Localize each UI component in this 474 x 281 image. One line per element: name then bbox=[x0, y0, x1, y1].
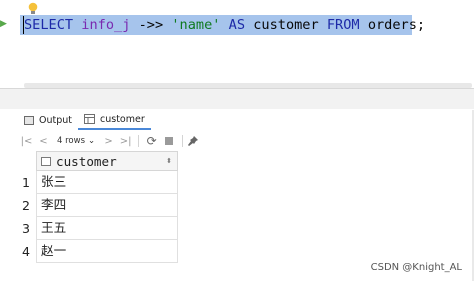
row-number: 4 bbox=[22, 244, 31, 259]
rows-count-label: 4 rows bbox=[57, 136, 85, 146]
next-page-button[interactable]: > bbox=[100, 136, 117, 147]
sql-statement[interactable]: SELECT info_j ->> 'name' AS customer FRO… bbox=[24, 16, 425, 34]
results-toolbar: |< < 4 rows ⌄ > >| ⟳ bbox=[18, 131, 474, 151]
tab-customer[interactable]: customer bbox=[78, 110, 151, 130]
toolbar-separator bbox=[182, 135, 184, 147]
column-name: info_j bbox=[81, 17, 131, 33]
table-row[interactable]: 1 张三 bbox=[18, 171, 178, 194]
refresh-icon[interactable]: ⟳ bbox=[143, 134, 160, 148]
results-tabs: Output customer bbox=[18, 110, 151, 130]
tab-output[interactable]: Output bbox=[18, 110, 78, 130]
table-cell[interactable]: 王五 bbox=[36, 217, 178, 240]
output-icon bbox=[24, 115, 34, 125]
table-name: orders; bbox=[367, 17, 426, 33]
string-literal: 'name' bbox=[171, 17, 221, 33]
rows-count-dropdown[interactable]: 4 rows ⌄ bbox=[52, 136, 100, 146]
column-icon bbox=[41, 156, 51, 166]
panel-divider[interactable] bbox=[0, 88, 474, 109]
alias-name: customer bbox=[253, 17, 319, 33]
table-cell[interactable]: 李四 bbox=[36, 194, 178, 217]
last-page-button[interactable]: >| bbox=[117, 136, 134, 147]
toolbar-separator bbox=[138, 135, 140, 147]
first-page-button[interactable]: |< bbox=[18, 136, 35, 147]
table-cell[interactable]: 赵一 bbox=[36, 240, 178, 263]
sort-icon[interactable]: ⬍ bbox=[166, 157, 172, 165]
editor-gutter bbox=[0, 0, 18, 88]
keyword-from: FROM bbox=[326, 17, 360, 33]
table-icon bbox=[84, 114, 95, 124]
keyword-as: AS bbox=[228, 17, 246, 33]
watermark: CSDN @Knight_AL bbox=[370, 262, 462, 273]
row-number: 3 bbox=[22, 221, 31, 236]
table-row[interactable]: 2 李四 bbox=[18, 194, 178, 217]
sql-editor[interactable]: ▶ SELECT info_j ->> 'name' AS customer F… bbox=[0, 0, 474, 88]
table-cell[interactable]: 张三 bbox=[36, 171, 178, 194]
table-row[interactable]: 3 王五 bbox=[18, 217, 178, 240]
run-statement-icon[interactable]: ▶ bbox=[0, 18, 7, 30]
chevron-down-icon: ⌄ bbox=[88, 136, 96, 146]
prev-page-button[interactable]: < bbox=[35, 136, 52, 147]
table-row[interactable]: 4 赵一 bbox=[18, 240, 178, 263]
tab-customer-label: customer bbox=[100, 113, 145, 125]
tab-output-label: Output bbox=[39, 114, 72, 126]
pin-icon[interactable] bbox=[187, 135, 199, 147]
stop-icon[interactable] bbox=[165, 137, 174, 145]
row-number: 1 bbox=[22, 175, 31, 190]
column-header-customer[interactable]: customer ⬍ bbox=[36, 151, 178, 171]
row-number: 2 bbox=[22, 198, 31, 213]
keyword-select: SELECT bbox=[24, 17, 74, 33]
json-operator: ->> bbox=[138, 17, 164, 33]
column-title: customer bbox=[56, 153, 117, 169]
